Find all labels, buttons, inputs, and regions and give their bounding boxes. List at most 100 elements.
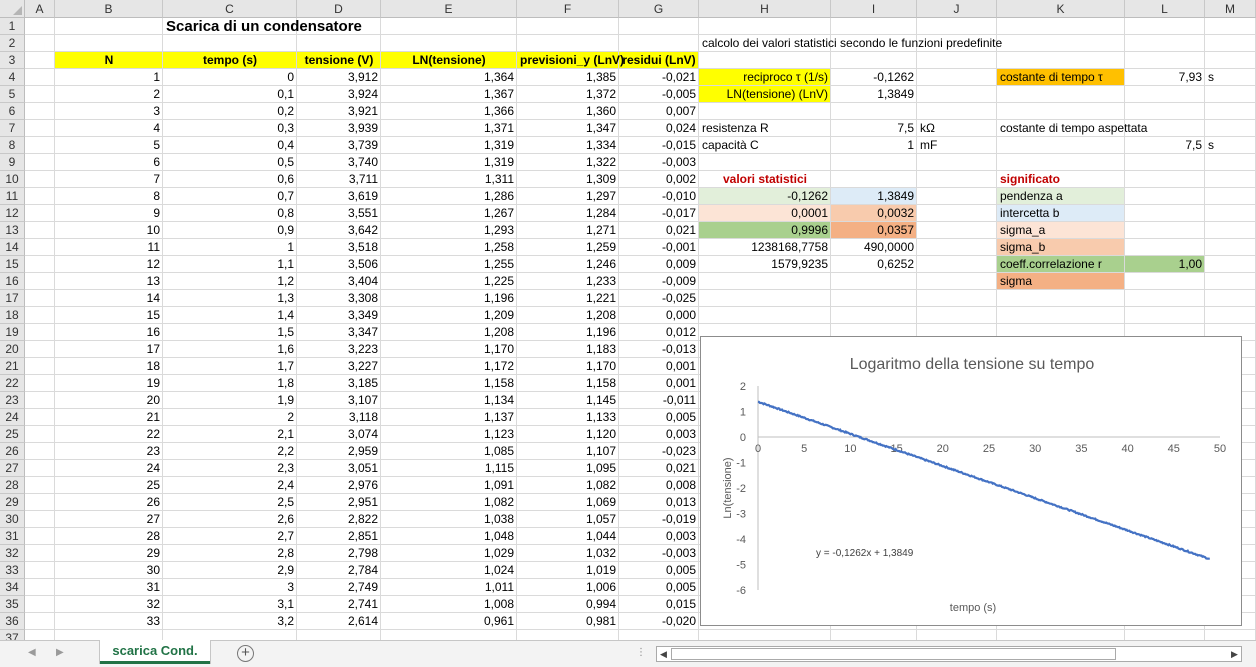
- table-cell[interactable]: 1,048: [381, 528, 517, 545]
- table-cell[interactable]: 3,107: [297, 392, 381, 409]
- table-cell[interactable]: 1,170: [381, 341, 517, 358]
- aspettata-label[interactable]: costante di tempo aspettata: [997, 120, 1205, 137]
- table-cell[interactable]: 1,6: [163, 341, 297, 358]
- table-cell[interactable]: 1,286: [381, 188, 517, 205]
- resistenza-unit[interactable]: kΩ: [917, 120, 997, 137]
- table-cell[interactable]: 24: [55, 460, 163, 477]
- table-cell[interactable]: 1,006: [517, 579, 619, 596]
- table-cell[interactable]: 2,8: [163, 545, 297, 562]
- reciproco-value[interactable]: -0,1262: [831, 69, 917, 86]
- table-cell[interactable]: 1,115: [381, 460, 517, 477]
- table-cell[interactable]: 1,011: [381, 579, 517, 596]
- costante-value[interactable]: 7,93: [1125, 69, 1205, 86]
- table-cell[interactable]: 10: [55, 222, 163, 239]
- table-cell[interactable]: 1,246: [517, 256, 619, 273]
- row-header[interactable]: 2: [0, 35, 25, 52]
- table-cell[interactable]: 3,308: [297, 290, 381, 307]
- row-header[interactable]: 25: [0, 426, 25, 443]
- table-cell[interactable]: 2,7: [163, 528, 297, 545]
- meaning-cell[interactable]: intercetta b: [997, 205, 1125, 222]
- stats-heading[interactable]: calcolo dei valori statistici secondo le…: [699, 35, 1205, 52]
- row-header[interactable]: 22: [0, 375, 25, 392]
- table-cell[interactable]: 13: [55, 273, 163, 290]
- table-cell[interactable]: 1,322: [517, 154, 619, 171]
- table-cell[interactable]: 1,133: [517, 409, 619, 426]
- table-cell[interactable]: -0,019: [619, 511, 699, 528]
- table-cell[interactable]: 1,334: [517, 137, 619, 154]
- table-cell[interactable]: 14: [55, 290, 163, 307]
- table-cell[interactable]: 26: [55, 494, 163, 511]
- table-cell[interactable]: 1,158: [517, 375, 619, 392]
- header-n[interactable]: N: [55, 52, 163, 69]
- table-cell[interactable]: 0,3: [163, 120, 297, 137]
- table-cell[interactable]: 3: [55, 103, 163, 120]
- table-cell[interactable]: 1,208: [381, 324, 517, 341]
- table-cell[interactable]: 1,258: [381, 239, 517, 256]
- chart[interactable]: Logaritmo della tensione su tempo 0 5 10 15 2…: [700, 336, 1242, 626]
- table-cell[interactable]: 2,6: [163, 511, 297, 528]
- row-header[interactable]: 27: [0, 460, 25, 477]
- table-cell[interactable]: 22: [55, 426, 163, 443]
- row-header[interactable]: 32: [0, 545, 25, 562]
- table-cell[interactable]: -0,003: [619, 545, 699, 562]
- table-cell[interactable]: 0,000: [619, 307, 699, 324]
- table-cell[interactable]: 2,798: [297, 545, 381, 562]
- table-cell[interactable]: 3,223: [297, 341, 381, 358]
- column-header-a[interactable]: A: [25, 0, 55, 18]
- table-cell[interactable]: 0,021: [619, 460, 699, 477]
- table-cell[interactable]: 19: [55, 375, 163, 392]
- table-cell[interactable]: 16: [55, 324, 163, 341]
- table-cell[interactable]: 25: [55, 477, 163, 494]
- table-cell[interactable]: 1,233: [517, 273, 619, 290]
- table-cell[interactable]: 1,032: [517, 545, 619, 562]
- table-cell[interactable]: 1,8: [163, 375, 297, 392]
- table-cell[interactable]: 3,551: [297, 205, 381, 222]
- table-cell[interactable]: -0,011: [619, 392, 699, 409]
- header-previsioni[interactable]: previsioni_y (LnV): [517, 52, 624, 69]
- table-cell[interactable]: 0,1: [163, 86, 297, 103]
- table-cell[interactable]: 1,082: [381, 494, 517, 511]
- table-cell[interactable]: 3,118: [297, 409, 381, 426]
- table-cell[interactable]: 0,005: [619, 579, 699, 596]
- linest-cell[interactable]: 0,0032: [831, 205, 917, 222]
- linest-cell[interactable]: 1579,9235: [699, 256, 831, 273]
- table-cell[interactable]: 2,851: [297, 528, 381, 545]
- table-cell[interactable]: 3,921: [297, 103, 381, 120]
- table-cell[interactable]: 1,208: [517, 307, 619, 324]
- row-header[interactable]: 5: [0, 86, 25, 103]
- aspettata-unit[interactable]: s: [1205, 137, 1256, 154]
- table-cell[interactable]: 1,319: [381, 154, 517, 171]
- row-header[interactable]: 14: [0, 239, 25, 256]
- linest-cell[interactable]: -0,1262: [699, 188, 831, 205]
- horizontal-scrollbar[interactable]: ◀ ▶: [656, 646, 1242, 662]
- row-header[interactable]: 30: [0, 511, 25, 528]
- table-cell[interactable]: 2,951: [297, 494, 381, 511]
- table-cell[interactable]: 3,506: [297, 256, 381, 273]
- capacita-unit[interactable]: mF: [917, 137, 997, 154]
- table-cell[interactable]: 0,003: [619, 426, 699, 443]
- table-cell[interactable]: 3: [163, 579, 297, 596]
- correlazione-value[interactable]: 1,00: [1125, 256, 1205, 273]
- table-cell[interactable]: 1,145: [517, 392, 619, 409]
- capacita-value[interactable]: 1: [831, 137, 917, 154]
- table-cell[interactable]: -0,010: [619, 188, 699, 205]
- table-cell[interactable]: 1,267: [381, 205, 517, 222]
- table-cell[interactable]: 1,107: [517, 443, 619, 460]
- row-header[interactable]: 37: [0, 630, 25, 640]
- row-header[interactable]: 13: [0, 222, 25, 239]
- table-cell[interactable]: 3,185: [297, 375, 381, 392]
- table-cell[interactable]: 0,015: [619, 596, 699, 613]
- table-cell[interactable]: 3,347: [297, 324, 381, 341]
- resistenza-value[interactable]: 7,5: [831, 120, 917, 137]
- table-cell[interactable]: 0,6: [163, 171, 297, 188]
- column-header-d[interactable]: D: [297, 0, 381, 18]
- header-tensione[interactable]: tensione (V): [297, 52, 381, 69]
- table-cell[interactable]: 1,024: [381, 562, 517, 579]
- table-cell[interactable]: 1,172: [381, 358, 517, 375]
- table-cell[interactable]: -0,003: [619, 154, 699, 171]
- row-header[interactable]: 33: [0, 562, 25, 579]
- table-cell[interactable]: 1,057: [517, 511, 619, 528]
- table-cell[interactable]: 0,005: [619, 562, 699, 579]
- scroll-right-icon[interactable]: ▶: [1228, 647, 1241, 661]
- table-cell[interactable]: 28: [55, 528, 163, 545]
